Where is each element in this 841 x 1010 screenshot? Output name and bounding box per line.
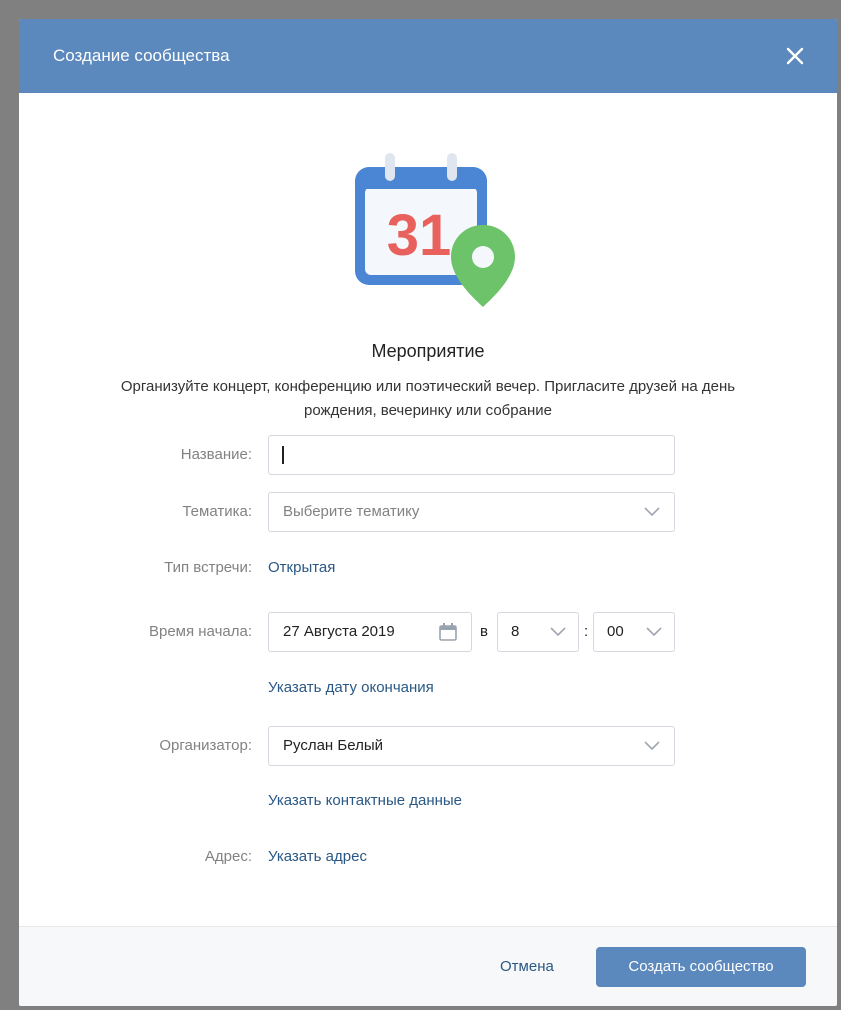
time-colon: : xyxy=(584,623,589,640)
end-date-link[interactable]: Указать дату окончания xyxy=(268,668,434,708)
start-date-input[interactable]: 27 Августа 2019 xyxy=(268,612,472,652)
address-label: Адрес: xyxy=(204,848,252,865)
minute-value: 00 xyxy=(607,623,624,640)
dialog-header: Создание сообщества xyxy=(19,19,837,93)
end-date-row: Указать дату окончания xyxy=(19,668,837,708)
contacts-link[interactable]: Указать контактные данные xyxy=(268,781,462,821)
minute-select[interactable]: 00 xyxy=(593,612,675,652)
event-description: Организуйте концерт, конференцию или поэ… xyxy=(120,378,736,419)
chevron-down-icon xyxy=(644,741,660,751)
organizer-select[interactable]: Руслан Белый xyxy=(268,726,675,766)
organizer-row: Организатор: Руслан Белый xyxy=(19,726,837,766)
dialog-title: Создание сообщества xyxy=(53,46,230,65)
calendar-pin-icon: 31 xyxy=(355,153,515,307)
organizer-label: Организатор: xyxy=(159,737,252,754)
meeting-type-link[interactable]: Открытая xyxy=(268,548,335,588)
dialog-footer: Отмена Создать сообщество xyxy=(19,926,837,1006)
hour-value: 8 xyxy=(511,623,520,640)
chevron-down-icon xyxy=(646,627,662,637)
address-link[interactable]: Указать адрес xyxy=(268,837,367,877)
close-icon[interactable] xyxy=(785,46,805,66)
calendar-icon[interactable] xyxy=(439,623,457,641)
topic-row: Тематика: Выберите тематику xyxy=(19,492,837,532)
calendar-number: 31 xyxy=(387,203,452,268)
topic-label: Тематика: xyxy=(182,503,252,520)
organizer-value: Руслан Белый xyxy=(283,737,383,754)
chevron-down-icon xyxy=(644,507,660,517)
topic-select[interactable]: Выберите тематику xyxy=(268,492,675,532)
at-label: в xyxy=(480,623,488,640)
create-community-dialog: Создание сообщества 31 Мероприятие Орган… xyxy=(19,19,837,1006)
topic-placeholder: Выберите тематику xyxy=(283,503,420,520)
start-date-value: 27 Августа 2019 xyxy=(283,623,395,640)
hour-select[interactable]: 8 xyxy=(497,612,579,652)
start-time-label: Время начала: xyxy=(148,623,252,640)
name-row: Название: xyxy=(19,435,837,475)
event-title: Мероприятие xyxy=(371,341,485,361)
contacts-row: Указать контактные данные xyxy=(19,781,837,821)
name-label: Название: xyxy=(180,446,252,463)
cancel-button[interactable]: Отмена xyxy=(500,947,554,987)
chevron-down-icon xyxy=(550,627,566,637)
name-input[interactable] xyxy=(268,435,675,475)
address-row: Адрес: Указать адрес xyxy=(19,837,837,877)
start-time-row: Время начала: 27 Августа 2019 в 8 : 00 xyxy=(19,612,837,652)
text-caret xyxy=(282,446,284,464)
meeting-type-label: Тип встречи: xyxy=(164,559,252,576)
create-community-button[interactable]: Создать сообщество xyxy=(596,947,806,987)
meeting-type-row: Тип встречи: Открытая xyxy=(19,548,837,588)
